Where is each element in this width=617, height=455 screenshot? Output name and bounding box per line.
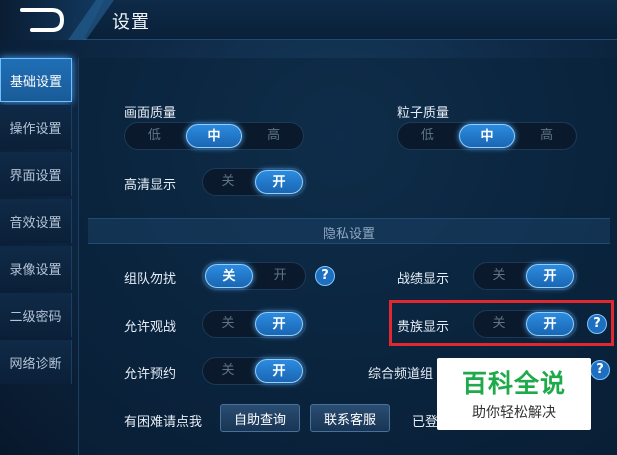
tab-control-settings[interactable]: 操作设置 — [0, 105, 72, 149]
allow-booking-toggle[interactable]: 关 开 — [202, 357, 306, 385]
allow-booking-on[interactable]: 开 — [255, 359, 303, 383]
tab-interface-settings[interactable]: 界面设置 — [0, 152, 72, 196]
team-dnd-toggle[interactable]: 关 开 — [202, 262, 306, 290]
allow-booking-label: 允许预约 — [124, 367, 177, 382]
privacy-section-header: 隐私设置 — [88, 218, 610, 244]
channel-label: 综合频道组 — [368, 367, 434, 382]
particle-quality-label: 粒子质量 — [397, 106, 450, 121]
hd-display-label: 高清显示 — [124, 178, 177, 193]
contact-support-button[interactable]: 联系客服 — [310, 404, 390, 432]
channel-help-icon[interactable]: ? — [590, 360, 610, 380]
settings-screen: 设置 基础设置 操作设置 界面设置 音效设置 录像设置 二级密码 网络诊断 画面… — [0, 0, 617, 455]
particle-quality-low[interactable]: 低 — [400, 124, 455, 148]
particle-quality-high[interactable]: 高 — [519, 124, 574, 148]
back-arrow-icon — [20, 8, 65, 32]
team-dnd-label: 组队勿扰 — [124, 272, 177, 287]
picture-quality-low[interactable]: 低 — [127, 124, 182, 148]
picture-quality-selector[interactable]: 低 中 高 — [124, 122, 304, 150]
team-dnd-on[interactable]: 开 — [257, 264, 303, 288]
highlight-box — [389, 300, 614, 346]
top-bar: 设置 — [0, 0, 617, 40]
tab-replay-settings[interactable]: 录像设置 — [0, 246, 72, 290]
allow-booking-off[interactable]: 关 — [205, 359, 251, 383]
sidebar: 基础设置 操作设置 界面设置 音效设置 录像设置 二级密码 网络诊断 — [0, 58, 72, 387]
picture-quality-label: 画面质量 — [124, 106, 177, 121]
help-prompt-text: 有困难请点我 — [124, 415, 203, 430]
picture-quality-medium[interactable]: 中 — [185, 124, 243, 148]
allow-spectate-toggle[interactable]: 关 开 — [202, 310, 306, 338]
hd-display-on[interactable]: 开 — [255, 170, 303, 194]
hd-display-off[interactable]: 关 — [205, 170, 251, 194]
hd-display-toggle[interactable]: 关 开 — [202, 168, 306, 196]
watermark-title: 百科全说 — [461, 369, 566, 398]
record-display-off[interactable]: 关 — [476, 264, 522, 288]
team-dnd-help-icon[interactable]: ? — [315, 266, 335, 286]
tab-secondary-password[interactable]: 二级密码 — [0, 293, 72, 337]
allow-spectate-label: 允许观战 — [124, 320, 177, 335]
allow-spectate-on[interactable]: 开 — [255, 312, 303, 336]
watermark-subtitle: 助你轻松解决 — [472, 405, 556, 421]
privacy-section-title: 隐私设置 — [322, 227, 375, 242]
allow-spectate-off[interactable]: 关 — [205, 312, 251, 336]
logged-in-text: 已登 — [412, 415, 439, 430]
tab-basic-settings[interactable]: 基础设置 — [0, 58, 72, 102]
record-display-toggle[interactable]: 关 开 — [473, 262, 577, 290]
tab-sound-settings[interactable]: 音效设置 — [0, 199, 72, 243]
picture-quality-high[interactable]: 高 — [246, 124, 301, 148]
team-dnd-off[interactable]: 关 — [205, 264, 253, 288]
particle-quality-selector[interactable]: 低 中 高 — [397, 122, 577, 150]
tab-network-diagnosis[interactable]: 网络诊断 — [0, 340, 72, 384]
record-display-label: 战绩显示 — [397, 272, 450, 287]
watermark-logo: 百科全说 助你轻松解决 — [437, 358, 591, 430]
particle-quality-medium[interactable]: 中 — [458, 124, 516, 148]
self-help-button[interactable]: 自助查询 — [220, 404, 300, 432]
record-display-on[interactable]: 开 — [526, 264, 574, 288]
page-title: 设置 — [112, 12, 150, 33]
